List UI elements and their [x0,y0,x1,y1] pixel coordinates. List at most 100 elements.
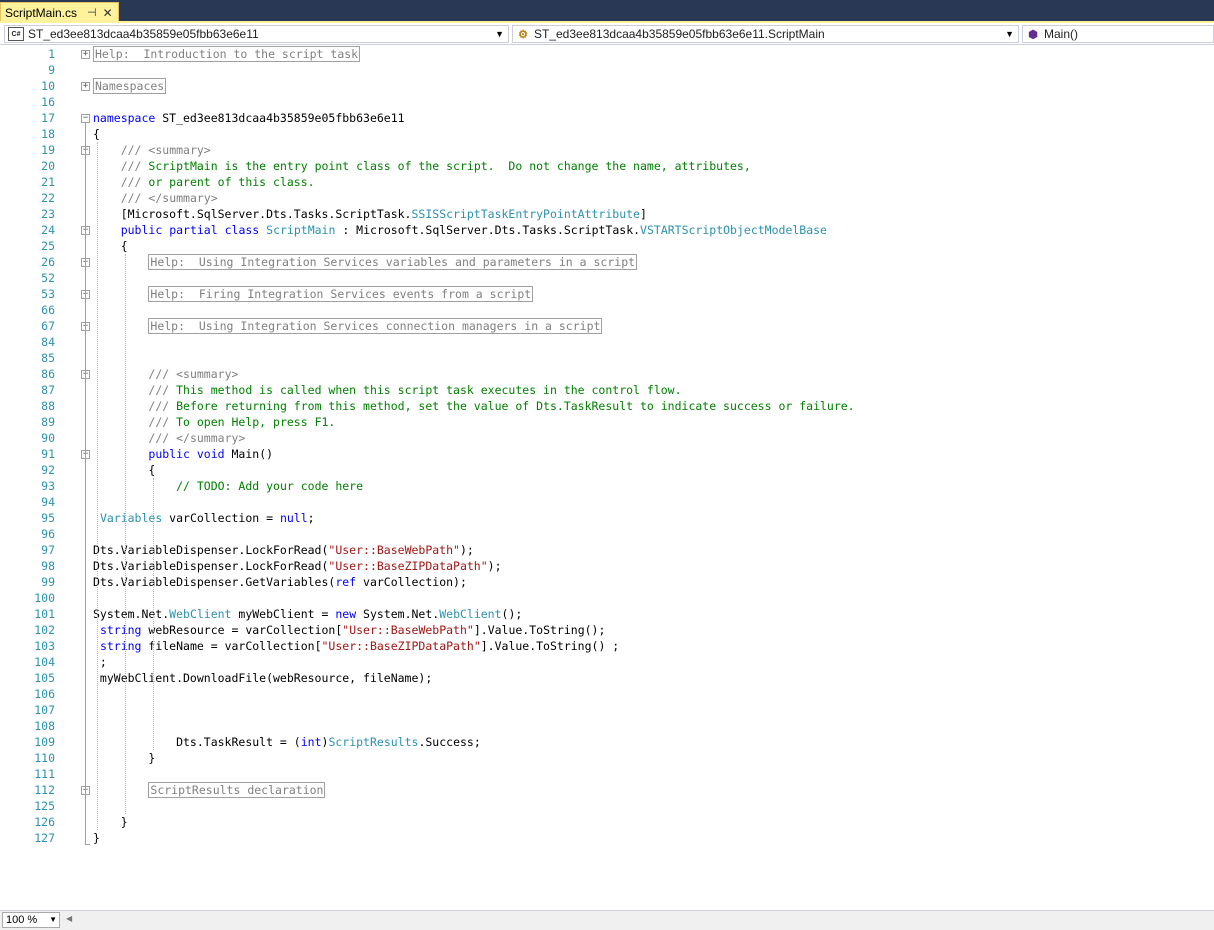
scroll-left-icon[interactable]: ◀ [66,914,72,923]
code-line[interactable]: Help: Using Integration Services connect… [93,318,603,334]
code-line[interactable]: public partial class ScriptMain : Micros… [93,222,827,238]
code-line[interactable]: myWebClient.DownloadFile(webResource, fi… [93,670,432,686]
outline-line [85,123,86,845]
code-line[interactable]: /// Before returning from this method, s… [93,398,854,414]
line-number: 112 [34,783,55,797]
code-line[interactable]: // TODO: Add your code here [93,478,363,494]
code-line[interactable]: /// or parent of this class. [93,174,315,190]
code-line[interactable]: Dts.VariableDispenser.LockForRead("User:… [93,558,502,574]
indent-guide [153,478,154,750]
code-line[interactable]: /// <summary> [93,366,238,382]
line-number: 22 [41,191,55,205]
line-number: 25 [41,239,55,253]
pin-icon[interactable]: ⊣ [87,6,97,19]
line-number: 107 [34,703,55,717]
navigation-bar: C# ST_ed3ee813dcaa4b35859e05fbb63e6e11 ▼… [0,23,1214,45]
line-number: 106 [34,687,55,701]
chevron-down-icon: ▼ [495,29,504,39]
project-dropdown-label: ST_ed3ee813dcaa4b35859e05fbb63e6e11 [28,27,259,41]
chevron-down-icon: ▼ [1005,29,1014,39]
code-line[interactable]: Help: Firing Integration Services events… [93,286,534,302]
line-number: 67 [41,319,55,333]
expand-region-icon[interactable]: + [81,50,90,59]
code-line[interactable]: /// </summary> [93,430,245,446]
line-number: 108 [34,719,55,733]
line-number: 53 [41,287,55,301]
line-number: 23 [41,207,55,221]
tab-scriptmain[interactable]: ScriptMain.cs ⊣ ✕ [0,2,119,22]
line-number: 111 [34,767,55,781]
line-number: 98 [41,559,55,573]
code-line[interactable]: string fileName = varCollection["User::B… [93,638,619,654]
code-line[interactable]: ; [93,654,107,670]
method-icon: ⬢ [1028,28,1038,41]
code-line[interactable]: string webResource = varCollection["User… [93,622,605,638]
class-icon: ⚙ [518,28,528,41]
csharp-project-icon: C# [8,27,24,41]
line-number: 92 [41,463,55,477]
line-number: 96 [41,527,55,541]
member-dropdown[interactable]: ⬢ Main() [1022,25,1214,43]
code-line[interactable]: } [93,814,128,830]
line-number: 85 [41,351,55,365]
line-number: 87 [41,383,55,397]
code-line[interactable]: { [93,238,128,254]
code-line[interactable]: [Microsoft.SqlServer.Dts.Tasks.ScriptTas… [93,206,647,222]
code-line[interactable]: ScriptResults declaration [93,782,326,798]
line-number: 9 [48,63,55,77]
line-number: 88 [41,399,55,413]
member-dropdown-label: Main() [1044,27,1079,41]
line-number: 18 [41,127,55,141]
horizontal-scrollbar[interactable]: ◀ [64,914,1210,926]
indent-guide [97,142,98,830]
line-number: 10 [41,79,55,93]
project-dropdown[interactable]: C# ST_ed3ee813dcaa4b35859e05fbb63e6e11 ▼ [4,25,509,43]
code-line[interactable]: /// </summary> [93,190,218,206]
code-line[interactable]: public void Main() [93,446,273,462]
class-dropdown-label: ST_ed3ee813dcaa4b35859e05fbb63e6e11.Scri… [534,27,825,41]
document-tab-bar: ScriptMain.cs ⊣ ✕ [0,0,1214,22]
code-line[interactable]: namespace ST_ed3ee813dcaa4b35859e05fbb63… [93,110,405,126]
line-number: 16 [41,95,55,109]
code-line[interactable]: } [93,830,100,846]
code-line[interactable]: Variables varCollection = null; [93,510,315,526]
code-line[interactable]: Namespaces [93,78,167,94]
line-number: 102 [34,623,55,637]
line-number: 125 [34,799,55,813]
line-number: 91 [41,447,55,461]
code-line[interactable]: Help: Using Integration Services variabl… [93,254,638,270]
zoom-dropdown[interactable]: 100 % ▼ [2,912,60,928]
line-number: 99 [41,575,55,589]
indent-guide [125,254,126,814]
code-line[interactable]: Dts.VariableDispenser.GetVariables(ref v… [93,574,467,590]
code-line[interactable]: { [93,126,100,142]
code-line[interactable]: System.Net.WebClient myWebClient = new S… [93,606,522,622]
line-number: 84 [41,335,55,349]
code-line[interactable]: /// <summary> [93,142,211,158]
line-number: 104 [34,655,55,669]
class-dropdown[interactable]: ⚙ ST_ed3ee813dcaa4b35859e05fbb63e6e11.Sc… [512,25,1019,43]
close-icon[interactable]: ✕ [103,6,113,20]
line-number: 100 [34,591,55,605]
line-number: 66 [41,303,55,317]
line-number: 24 [41,223,55,237]
chevron-down-icon: ▼ [49,915,57,924]
code-line[interactable]: /// ScriptMain is the entry point class … [93,158,751,174]
code-line[interactable]: /// This method is called when this scri… [93,382,681,398]
code-line[interactable]: Dts.VariableDispenser.LockForRead("User:… [93,542,474,558]
collapse-region-icon[interactable]: − [81,114,90,123]
line-number: 86 [41,367,55,381]
code-line[interactable]: Help: Introduction to the script task [93,46,361,62]
line-number: 90 [41,431,55,445]
line-number: 89 [41,415,55,429]
line-number: 1 [48,47,55,61]
code-line[interactable]: /// To open Help, press F1. [93,414,335,430]
code-line[interactable]: Dts.TaskResult = (int)ScriptResults.Succ… [93,734,481,750]
expand-region-icon[interactable]: + [81,82,90,91]
code-editor[interactable]: 1 Help: Introduction to the script task 9 1… [0,45,1214,910]
line-number: 94 [41,495,55,509]
line-number: 93 [41,479,55,493]
line-number: 19 [41,143,55,157]
line-number: 17 [41,111,55,125]
zoom-value: 100 % [6,914,38,926]
